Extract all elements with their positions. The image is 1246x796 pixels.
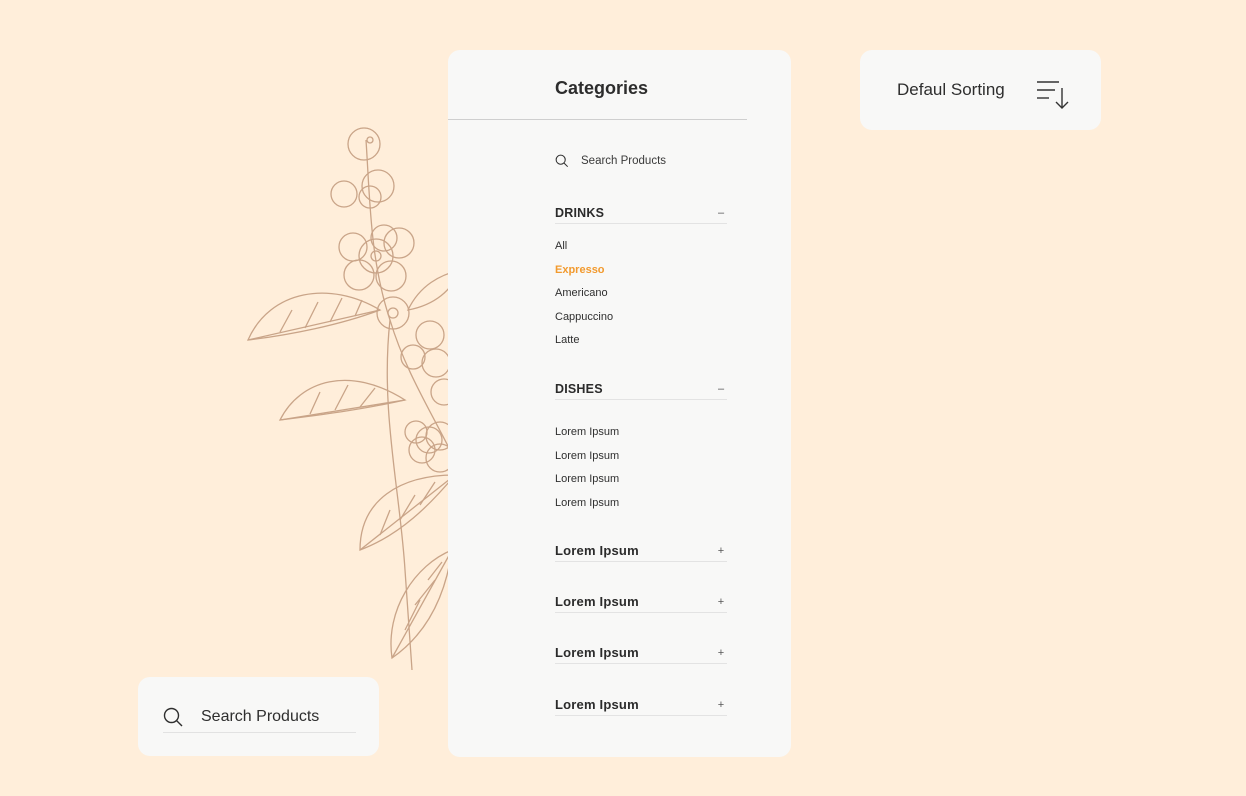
sort-label: Defaul Sorting <box>897 80 1005 99</box>
list-item[interactable]: Lorem Ipsum <box>555 492 727 516</box>
sort-descending-icon[interactable] <box>1035 78 1071 110</box>
collapse-icon[interactable]: – <box>715 207 727 219</box>
section-collapsed: Lorem Ipsum + <box>555 694 727 716</box>
panel-title: Categories <box>555 78 649 98</box>
section-collapsed: Lorem Ipsum + <box>555 540 727 562</box>
section-drinks-header[interactable]: DRINKS – <box>555 202 727 224</box>
search-card: Search Products <box>138 677 379 756</box>
categories-panel: Categories Search Products DRINKS – All … <box>448 50 791 757</box>
section-collapsed-title: Lorem Ipsum <box>555 543 639 558</box>
panel-divider <box>448 119 747 120</box>
panel-search-input[interactable]: Search Products <box>555 152 735 170</box>
section-dishes-title: DISHES <box>555 381 603 396</box>
list-item[interactable]: Lorem Ipsum <box>555 421 727 445</box>
section-collapsed-header[interactable]: Lorem Ipsum + <box>555 642 727 664</box>
list-item[interactable]: Lorem Ipsum <box>555 445 727 469</box>
category-item-latte[interactable]: Latte <box>555 329 727 353</box>
section-collapsed-title: Lorem Ipsum <box>555 645 639 660</box>
section-drinks-title: DRINKS <box>555 205 605 220</box>
search-icon <box>163 707 183 727</box>
section-dishes: DISHES – Lorem Ipsum Lorem Ipsum Lorem I… <box>555 378 727 515</box>
search-input[interactable]: Search Products <box>163 702 356 733</box>
section-drinks: DRINKS – All Expresso Americano Cappucci… <box>555 202 727 353</box>
category-item-expresso[interactable]: Expresso <box>555 259 727 283</box>
expand-icon[interactable]: + <box>715 699 727 711</box>
category-item-cappuccino[interactable]: Cappuccino <box>555 306 727 330</box>
expand-icon[interactable]: + <box>715 647 727 659</box>
collapse-icon[interactable]: – <box>715 383 727 395</box>
sort-dropdown[interactable]: Defaul Sorting <box>860 50 1101 130</box>
search-placeholder: Search Products <box>201 708 320 725</box>
section-collapsed-title: Lorem Ipsum <box>555 697 639 712</box>
expand-icon[interactable]: + <box>715 596 727 608</box>
section-collapsed-header[interactable]: Lorem Ipsum + <box>555 694 727 716</box>
coffee-branch-illustration <box>230 110 460 670</box>
section-dishes-items: Lorem Ipsum Lorem Ipsum Lorem Ipsum Lore… <box>555 421 727 515</box>
section-collapsed-title: Lorem Ipsum <box>555 594 639 609</box>
category-item-all[interactable]: All <box>555 235 727 259</box>
section-collapsed-header[interactable]: Lorem Ipsum + <box>555 540 727 562</box>
section-dishes-header[interactable]: DISHES – <box>555 378 727 400</box>
list-item[interactable]: Lorem Ipsum <box>555 468 727 492</box>
section-drinks-items: All Expresso Americano Cappuccino Latte <box>555 235 727 353</box>
section-collapsed: Lorem Ipsum + <box>555 642 727 664</box>
section-collapsed: Lorem Ipsum + <box>555 591 727 613</box>
category-item-americano[interactable]: Americano <box>555 282 727 306</box>
section-collapsed-header[interactable]: Lorem Ipsum + <box>555 591 727 613</box>
expand-icon[interactable]: + <box>715 545 727 557</box>
search-icon <box>555 154 569 168</box>
panel-search-placeholder: Search Products <box>581 155 667 167</box>
